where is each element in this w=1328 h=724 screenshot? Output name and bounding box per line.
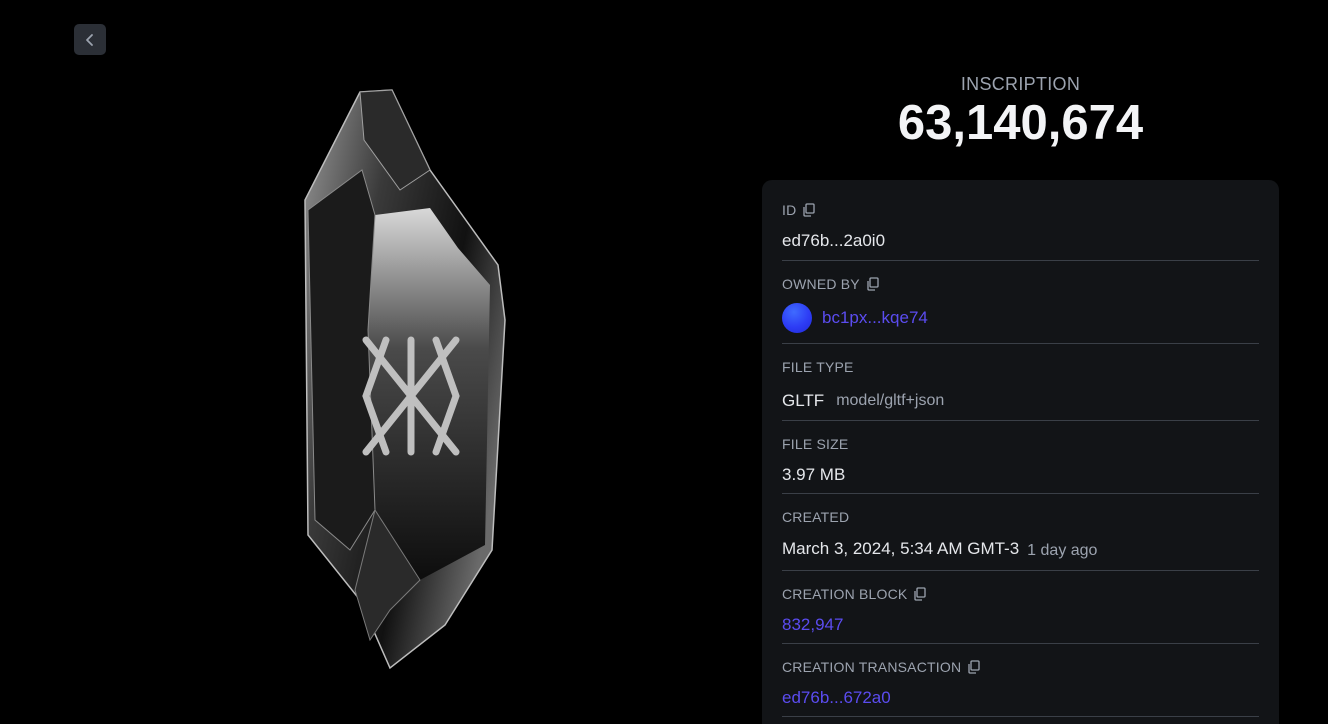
- details-card: ID ed76b...2a0i0 OWNED BY bc1px...kqe74: [762, 180, 1279, 724]
- created-value: March 3, 2024, 5:34 AM GMT-3 1 day ago: [782, 536, 1259, 562]
- detail-row-creation-transaction: CREATION TRANSACTION ed76b...672a0: [782, 644, 1259, 717]
- inscription-page: INSCRIPTION 63,140,674 ID ed76b...2a0i0 …: [0, 0, 1328, 724]
- detail-label: FILE SIZE: [782, 435, 1259, 453]
- file-type-value: GLTF model/gltf+json: [782, 388, 1259, 414]
- owner-address-link[interactable]: bc1px...kqe74: [822, 308, 928, 328]
- creation-transaction-value: ed76b...672a0: [782, 686, 1259, 710]
- detail-label-text: ID: [782, 202, 797, 218]
- copy-icon[interactable]: [967, 660, 980, 674]
- detail-label-text: FILE SIZE: [782, 436, 849, 452]
- detail-label: CREATION TRANSACTION: [782, 658, 1259, 676]
- detail-label: OWNED BY: [782, 275, 1259, 293]
- detail-row-file-type: FILE TYPE GLTF model/gltf+json: [782, 344, 1259, 421]
- model-viewer[interactable]: [280, 80, 540, 680]
- detail-label-text: FILE TYPE: [782, 359, 854, 375]
- detail-row-owner: OWNED BY bc1px...kqe74: [782, 261, 1259, 344]
- detail-label: FILE TYPE: [782, 358, 1259, 376]
- detail-label: CREATION BLOCK: [782, 585, 1259, 603]
- detail-label: CREATED: [782, 508, 1259, 526]
- back-button[interactable]: [74, 24, 106, 55]
- detail-label-text: CREATION BLOCK: [782, 586, 908, 602]
- detail-label-text: OWNED BY: [782, 276, 860, 292]
- copy-icon[interactable]: [866, 277, 879, 291]
- creation-block-value: 832,947: [782, 613, 1259, 637]
- file-mime-text: model/gltf+json: [836, 392, 945, 409]
- file-size-value: 3.97 MB: [782, 465, 846, 484]
- created-relative-text: 1 day ago: [1027, 542, 1098, 559]
- copy-icon[interactable]: [802, 203, 816, 217]
- owner-avatar[interactable]: [782, 303, 812, 333]
- chevron-left-icon: [86, 33, 93, 46]
- file-type-text: GLTF: [782, 391, 825, 410]
- crystal-model-image: [304, 89, 506, 670]
- detail-label-text: CREATION TRANSACTION: [782, 659, 962, 675]
- copy-icon[interactable]: [913, 587, 927, 601]
- creation-block-link[interactable]: 832,947: [782, 615, 843, 635]
- inscription-id-value: ed76b...2a0i0: [782, 231, 886, 250]
- detail-row-file-size: FILE SIZE 3.97 MB: [782, 421, 1259, 494]
- creation-transaction-link[interactable]: ed76b...672a0: [782, 688, 891, 708]
- inscription-number: 63,140,674: [897, 96, 1144, 150]
- detail-row-creation-block: CREATION BLOCK 832,947: [782, 571, 1259, 644]
- detail-row-id: ID ed76b...2a0i0: [782, 180, 1259, 261]
- detail-label-text: CREATED: [782, 509, 850, 525]
- detail-label: ID: [782, 201, 1259, 219]
- owner-value: bc1px...kqe74: [782, 302, 1259, 334]
- created-date-text: March 3, 2024, 5:34 AM GMT-3: [782, 539, 1020, 558]
- detail-row-created: CREATED March 3, 2024, 5:34 AM GMT-3 1 d…: [782, 494, 1259, 571]
- inscription-kicker: INSCRIPTION: [960, 74, 1081, 94]
- inscription-header: INSCRIPTION 63,140,674: [762, 72, 1279, 150]
